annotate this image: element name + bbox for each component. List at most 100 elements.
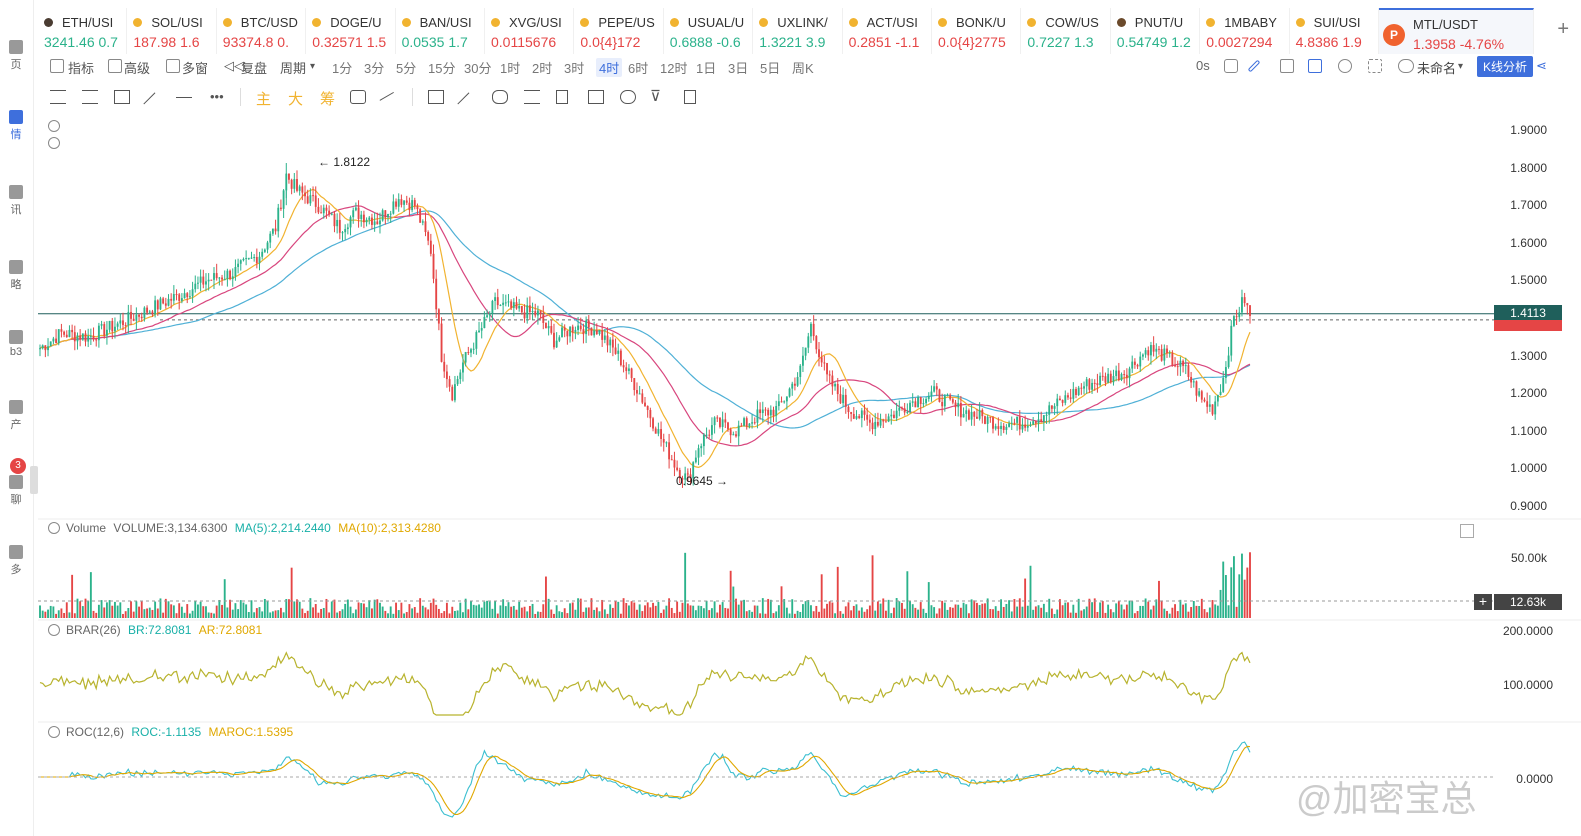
volume-bar [823, 608, 826, 618]
candle [199, 269, 202, 292]
roc-title: ROC(12,6) [66, 725, 125, 739]
volume-bar [884, 610, 887, 618]
candle [1144, 347, 1147, 358]
volume-bar [170, 604, 173, 618]
candle [839, 385, 842, 404]
volume-bar [764, 613, 767, 618]
candle [810, 322, 812, 344]
volume-bar [1176, 611, 1179, 618]
volume-bar [737, 604, 740, 618]
volume-bar [76, 598, 79, 618]
candle [1241, 289, 1243, 317]
volume-bar [997, 610, 1000, 618]
chart-canvas[interactable] [0, 0, 1581, 836]
rail-item-3[interactable]: 略 [0, 260, 32, 292]
candle [1088, 378, 1091, 393]
volume-bar [719, 604, 721, 618]
volume-bar [1048, 598, 1051, 618]
volume-bar [245, 604, 248, 618]
candle [494, 292, 497, 310]
candle [354, 202, 357, 212]
volume-bar [539, 611, 542, 618]
volume-bar [697, 605, 700, 618]
rail-item-1[interactable]: 情 [0, 110, 32, 142]
rail-item-0[interactable]: 页 [0, 40, 32, 72]
candle [1211, 404, 1214, 416]
candle [1198, 388, 1201, 398]
rail-item-2[interactable]: 讯 [0, 185, 32, 217]
volume-bar [413, 607, 416, 618]
volume-bar [943, 602, 946, 618]
volume-bar [389, 606, 392, 618]
candle [405, 195, 408, 205]
volume-bar [1203, 609, 1206, 618]
collapse-icon[interactable] [48, 624, 60, 636]
candle [911, 393, 914, 407]
expand-icon[interactable] [1460, 524, 1474, 538]
volume-bar [729, 570, 732, 618]
volume-bar [793, 613, 796, 618]
candle [1150, 341, 1152, 365]
volume-bar [427, 609, 430, 618]
candle [472, 342, 475, 355]
volume-bar [277, 610, 280, 618]
volume-bar [890, 613, 893, 618]
candle [250, 251, 253, 260]
volume-bar [1117, 601, 1120, 618]
volume-bar [561, 612, 563, 618]
volume-bar [253, 612, 256, 618]
candle [925, 396, 928, 406]
volume-bar [1008, 600, 1011, 618]
collapse-icon[interactable] [48, 726, 60, 738]
rail-item-5[interactable]: 产 [0, 400, 32, 432]
volume-bar [523, 606, 526, 618]
candle [970, 404, 973, 426]
candle [1139, 351, 1142, 372]
volume-bar [360, 603, 363, 618]
candle [860, 407, 863, 428]
candle [700, 443, 703, 457]
volume-bar [122, 613, 124, 618]
volume-bar [218, 600, 221, 618]
volume-bar [1190, 607, 1193, 618]
volume-bar [587, 607, 590, 618]
candle [242, 257, 245, 262]
volume-bar [925, 612, 928, 618]
volume-bar [84, 598, 87, 618]
volume-bar [949, 607, 952, 618]
candle [381, 208, 384, 222]
volume-bar [312, 607, 314, 618]
collapse-icon[interactable] [48, 119, 66, 133]
candle [799, 364, 802, 385]
volume-bar [194, 601, 197, 618]
candle [909, 400, 911, 414]
volume-bar [491, 608, 494, 618]
candle [954, 399, 957, 416]
volume-bar [504, 606, 507, 618]
volume-bar [1224, 575, 1227, 618]
volume-bar [226, 607, 229, 618]
add-crosshair-button[interactable]: + [1474, 594, 1492, 610]
volume-bar [716, 612, 719, 618]
rail-item-6[interactable]: 聊 [0, 475, 32, 507]
volume-bar [507, 602, 510, 618]
candle [210, 279, 213, 281]
candle [47, 338, 49, 357]
price-axis-label: 1.7000 [1510, 198, 1547, 213]
candle [65, 330, 68, 338]
volume-bar [271, 611, 274, 618]
collapse-icon[interactable] [48, 522, 60, 534]
candle [349, 215, 352, 236]
collapse-icon[interactable] [48, 136, 66, 150]
candle [890, 408, 893, 425]
volume-bar [239, 600, 242, 618]
rail-item-4[interactable]: b3 [0, 330, 32, 358]
rail-item-7[interactable]: 多 [0, 545, 32, 577]
volume-bar [636, 609, 638, 618]
volume-bar [400, 602, 403, 618]
volume-bar [1088, 598, 1091, 618]
volume-bar [154, 601, 157, 618]
candle [408, 197, 411, 217]
volume-bar [515, 609, 518, 618]
volume-bar [1163, 608, 1166, 618]
